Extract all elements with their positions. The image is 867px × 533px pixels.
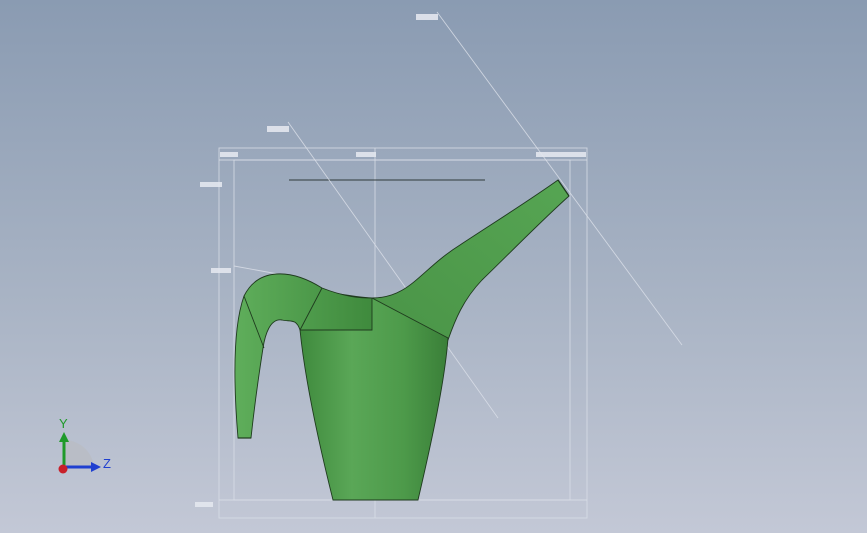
plane-label: [267, 126, 289, 132]
y-axis-label: Y: [59, 416, 68, 431]
view-triad[interactable]: Y Z: [58, 416, 112, 474]
x-axis-dot-icon: [58, 464, 68, 474]
plane-label: [195, 502, 213, 507]
y-axis-arrow-icon: [59, 432, 69, 442]
triad-quadrant: [64, 439, 94, 467]
plane-label: [200, 182, 222, 187]
z-axis-arrow-icon: [91, 462, 101, 472]
plane-label: [211, 268, 231, 273]
model-scene[interactable]: Y Z: [0, 0, 867, 533]
plane-label: [356, 152, 376, 157]
plane-label: [220, 152, 238, 157]
z-axis-label: Z: [103, 456, 111, 471]
graphics-viewport[interactable]: Y Z: [0, 0, 867, 533]
sketch-diagonal-long: [436, 11, 683, 346]
watering-can-model[interactable]: [234, 179, 570, 501]
plane-label: [416, 14, 438, 20]
plane-label: [536, 152, 586, 157]
